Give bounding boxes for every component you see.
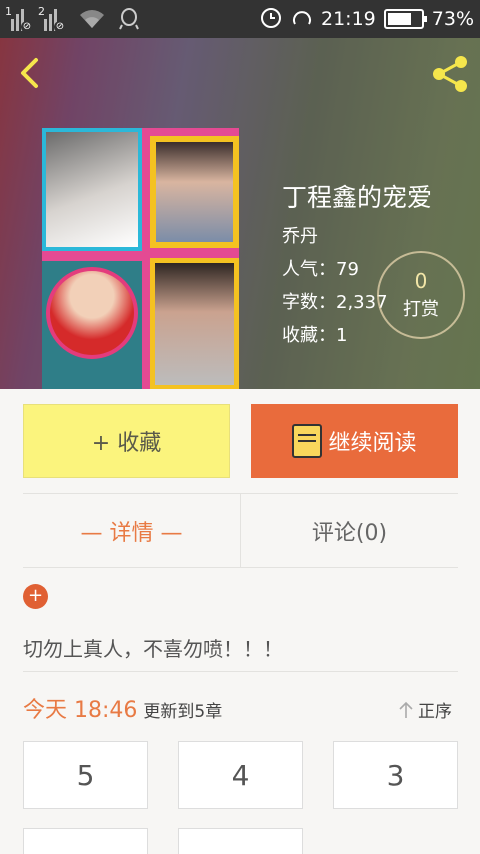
- book-cover-image: [42, 128, 239, 389]
- sort-order-toggle[interactable]: 正序: [398, 697, 452, 722]
- collect-button[interactable]: + 收藏: [23, 404, 230, 478]
- status-bar: 1 ⊘ 2 ⊘ 21:19 73%: [0, 0, 480, 38]
- book-header: 丁程鑫的宠爱 乔丹 人气：79 字数：2,337 收藏：1 0 打赏: [0, 38, 480, 389]
- chapter-button[interactable]: [23, 828, 148, 854]
- tab-comments-label: 评论(0): [311, 521, 388, 546]
- battery-percent: 73%: [431, 8, 474, 30]
- favorites-count: 收藏：1: [282, 325, 348, 346]
- arrow-up-icon: [399, 701, 413, 718]
- detail-tabs: — 详情 — 评论(0): [23, 494, 458, 568]
- sync-icon: [291, 6, 313, 33]
- sim2-label: 2: [38, 5, 45, 18]
- battery-icon: [383, 9, 427, 29]
- continue-reading-button[interactable]: 继续阅读: [251, 404, 458, 478]
- chapter-button[interactable]: 3: [333, 741, 458, 809]
- chapter-button[interactable]: 5: [23, 741, 148, 809]
- alarm-icon: [259, 5, 283, 34]
- book-author[interactable]: 乔丹: [282, 222, 318, 248]
- sim2-signal-icon: 2 ⊘: [38, 5, 66, 33]
- word-count: 字数：2,337: [282, 292, 388, 313]
- update-time: 今天 18:46: [23, 698, 138, 723]
- share-icon[interactable]: [430, 54, 470, 94]
- chapter-number: 3: [386, 758, 405, 792]
- chapter-button[interactable]: 4: [178, 741, 303, 809]
- expand-plus-icon[interactable]: +: [23, 584, 48, 609]
- clock-time: 21:19: [321, 8, 376, 30]
- popularity-count: 人气：79: [282, 259, 359, 280]
- update-text: 更新到5章: [143, 702, 223, 722]
- update-info: 今天 18:46 更新到5章: [23, 692, 222, 724]
- book-description: 切勿上真人，不喜勿喷！！！: [23, 637, 283, 661]
- chapter-number: 5: [76, 758, 95, 792]
- tab-comments[interactable]: 评论(0): [241, 494, 458, 568]
- sort-order-label: 正序: [418, 702, 452, 722]
- continue-reading-label: 继续阅读: [328, 431, 417, 456]
- book-icon: [292, 424, 323, 458]
- reward-label: 打赏: [403, 299, 439, 320]
- tab-details-label: — 详情 —: [80, 521, 183, 546]
- chevron-left-icon[interactable]: [14, 56, 48, 90]
- tab-details[interactable]: — 详情 —: [23, 494, 240, 568]
- qq-icon: [118, 7, 140, 31]
- reward-count: 0: [414, 269, 428, 293]
- wifi-icon: [78, 8, 106, 30]
- sim1-signal-icon: 1 ⊘: [5, 5, 33, 33]
- sim1-label: 1: [5, 5, 12, 18]
- chapter-number: 4: [231, 758, 250, 792]
- divider: [23, 567, 458, 568]
- chapter-button[interactable]: [178, 828, 303, 854]
- book-title: 丁程鑫的宠爱: [282, 183, 433, 212]
- reward-button[interactable]: 0 打赏: [377, 251, 465, 339]
- divider: [23, 671, 458, 672]
- collect-button-label: + 收藏: [91, 431, 162, 456]
